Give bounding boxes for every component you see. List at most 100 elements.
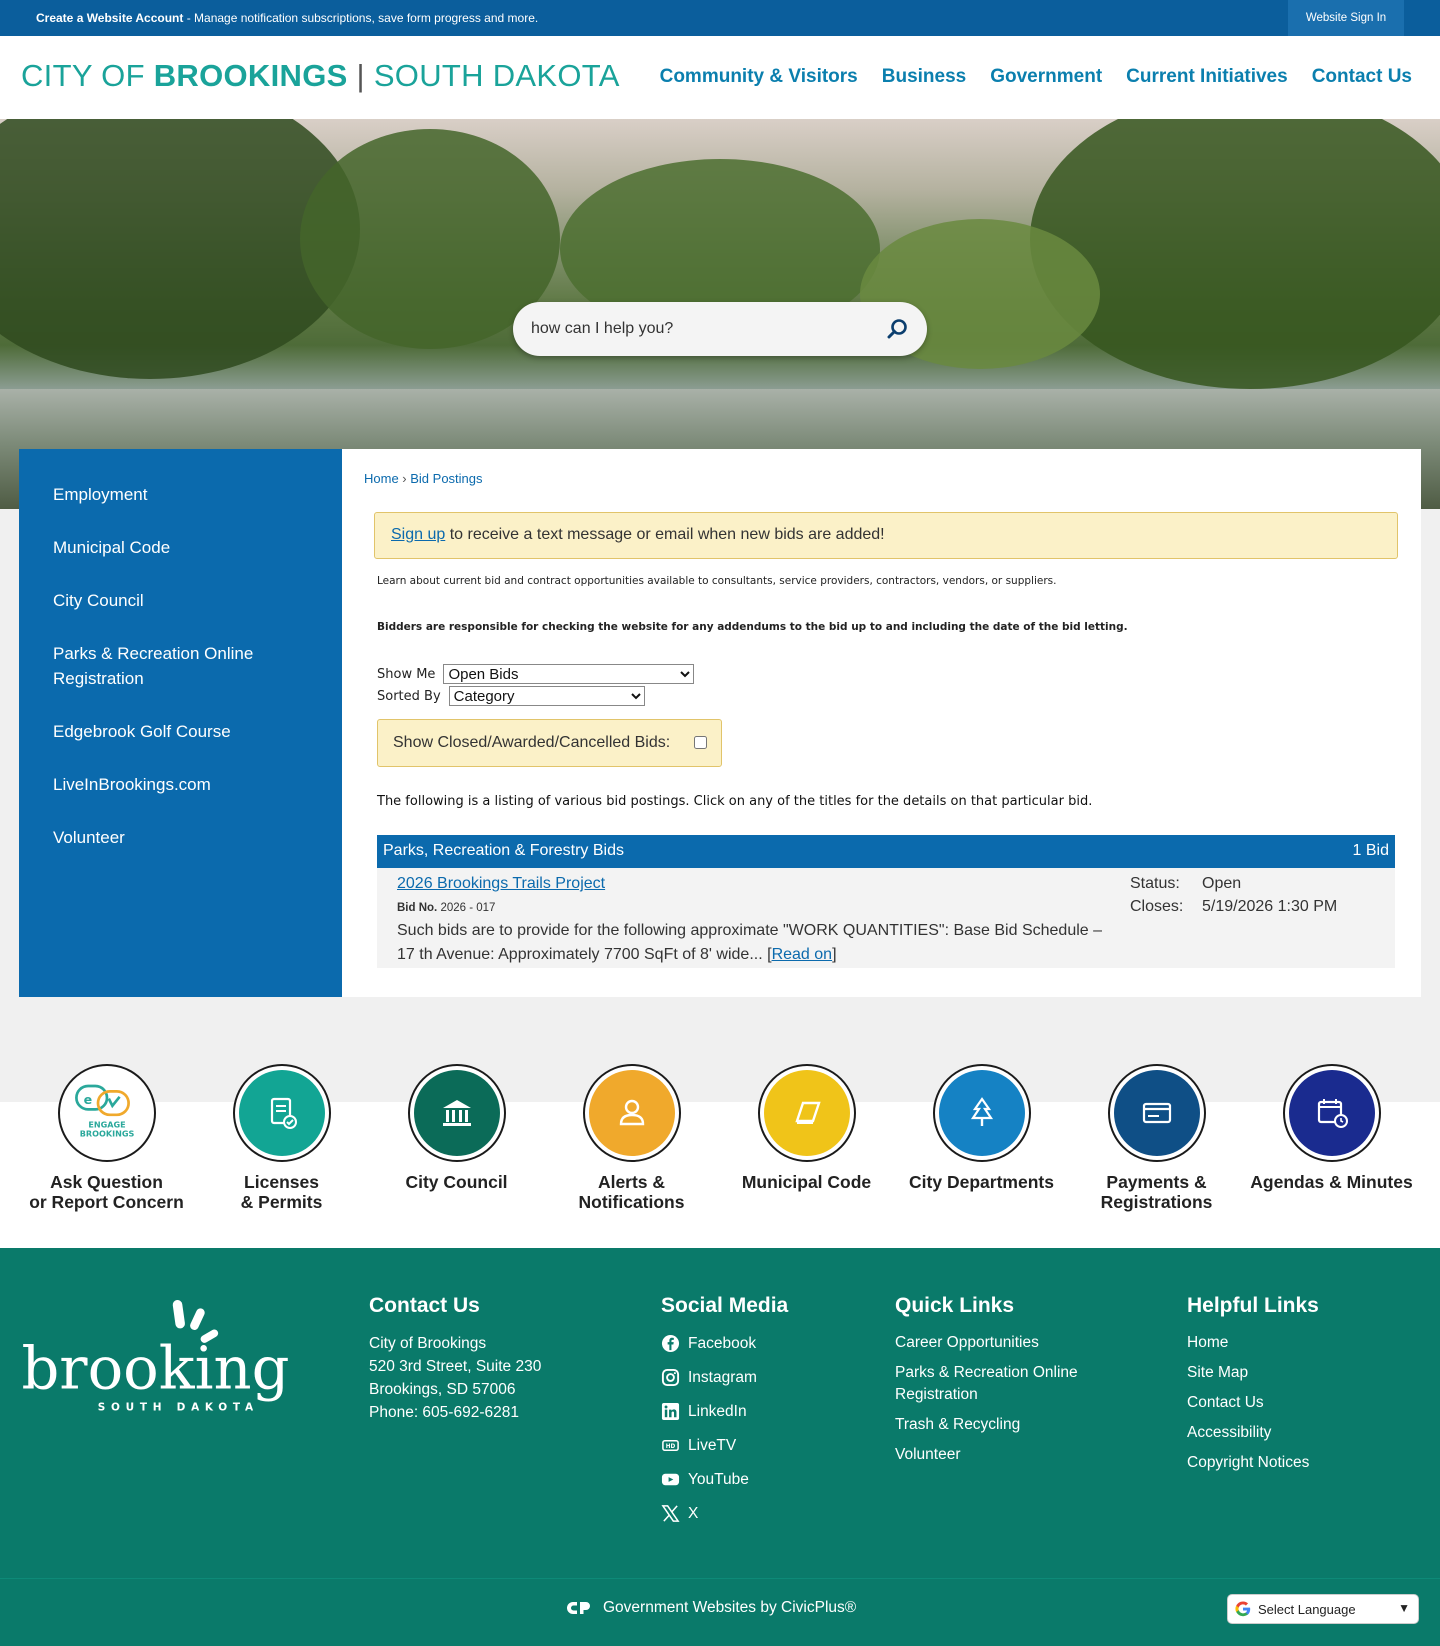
signup-alert: Sign up to receive a text message or ema… <box>374 512 1398 559</box>
quick-link-alerts-notifications[interactable]: Alerts & Notifications <box>544 1064 719 1212</box>
footer-contact: Contact Us City of Brookings 520 3rd Str… <box>369 1294 541 1424</box>
breadcrumb-current[interactable]: Bid Postings <box>410 471 482 486</box>
sidebar-item-parks-recreation[interactable]: Parks & Recreation Online Registration <box>19 641 319 691</box>
sidebar-item-liveinbrookings[interactable]: LiveInBrookings.com <box>19 772 319 797</box>
quick-link-circle <box>232 1064 331 1162</box>
footer-helpful-link[interactable]: Accessibility <box>1187 1422 1319 1444</box>
social-instagram[interactable]: Instagram <box>661 1366 788 1389</box>
bid-number-value: 2026 - 017 <box>437 902 496 914</box>
nav-business[interactable]: Business <box>882 66 966 88</box>
main-content: Home › Bid Postings Sign up to receive a… <box>342 449 1421 997</box>
social-label: Facebook <box>688 1334 757 1352</box>
sidebar-item-municipal-code[interactable]: Municipal Code <box>19 535 319 560</box>
quick-link-label-line1: Ask Question <box>50 1172 163 1192</box>
quick-link-label: City Departments <box>894 1172 1069 1192</box>
sorted-by-select[interactable]: Category <box>448 686 645 706</box>
language-select-label: Select Language <box>1258 1601 1356 1617</box>
footer-logo-word: brookings <box>21 1334 292 1403</box>
social-label: YouTube <box>688 1470 749 1488</box>
logo-separator: | <box>347 58 374 93</box>
calendar-clock-icon <box>1288 1070 1375 1156</box>
quick-link-label-line2: Notifications <box>578 1192 685 1212</box>
quick-link-circle <box>582 1064 681 1162</box>
footer-phone: Phone: 605-692-6281 <box>369 1404 519 1421</box>
social-youtube[interactable]: YouTube <box>661 1468 788 1491</box>
social-label: X <box>688 1504 699 1522</box>
footer-logo[interactable]: brookings SOUTH DAKOTA <box>18 1298 320 1427</box>
social-x[interactable]: X <box>661 1502 788 1525</box>
quick-link-label: Alerts & Notifications <box>544 1172 719 1212</box>
footer-quick-link[interactable]: Trash & Recycling <box>895 1414 1125 1436</box>
quick-link-ask-question[interactable]: e ENGAGE BROOKINGS Ask Question or Report… <box>19 1064 194 1212</box>
nav-current-initiatives[interactable]: Current Initiatives <box>1126 66 1288 88</box>
nav-government[interactable]: Government <box>990 66 1102 88</box>
footer-helpful-link[interactable]: Home <box>1187 1332 1319 1354</box>
facebook-icon <box>661 1334 680 1353</box>
quick-link-municipal-code[interactable]: Municipal Code <box>719 1064 894 1192</box>
x-icon <box>661 1505 680 1522</box>
footer-quick-link[interactable]: Volunteer <box>895 1444 1125 1466</box>
civicplus-icon <box>567 1602 590 1614</box>
bid-title-link[interactable]: 2026 Brookings Trails Project <box>397 875 605 893</box>
svg-text:BROOKINGS: BROOKINGS <box>79 1128 134 1138</box>
footer-quick-link[interactable]: Career Opportunities <box>895 1332 1125 1354</box>
footer-helpful-link[interactable]: Contact Us <box>1187 1392 1319 1414</box>
social-livetv[interactable]: HD LiveTV <box>661 1434 788 1457</box>
hd-tv-icon: HD <box>662 1439 679 1452</box>
social-linkedin[interactable]: LinkedIn <box>661 1400 788 1423</box>
bid-description-text: Such bids are to provide for the followi… <box>397 922 1103 963</box>
footer-helpful-link[interactable]: Site Map <box>1187 1362 1319 1384</box>
footer-address-line: 520 3rd Street, Suite 230 <box>369 1358 542 1375</box>
bid-category-count: 1 Bid <box>1352 842 1389 859</box>
language-select[interactable]: Select Language ▼ <box>1227 1594 1419 1624</box>
hero-tree <box>1030 119 1440 389</box>
civicplus-link[interactable]: Government Websites by CivicPlus® <box>567 1599 856 1617</box>
sidebar-item-edgebrook-golf[interactable]: Edgebrook Golf Course <box>19 719 319 744</box>
show-closed-checkbox[interactable] <box>694 736 707 749</box>
bid-closes-value: 5/19/2026 1:30 PM <box>1202 898 1338 915</box>
nav-community-visitors[interactable]: Community & Visitors <box>660 66 858 88</box>
svg-text:HD: HD <box>666 1444 676 1450</box>
sign-up-link[interactable]: Sign up <box>391 526 445 543</box>
show-me-select[interactable]: Open Bids <box>443 664 695 684</box>
footer-quick-link[interactable]: Parks & Recreation Online Registration <box>895 1362 1125 1406</box>
civicplus-text: Government Websites by CivicPlus® <box>603 1599 857 1616</box>
footer-social: Social Media Facebook Instagram LinkedIn… <box>661 1294 788 1536</box>
footer-quick-heading: Quick Links <box>895 1294 1015 1317</box>
logo-city-of: CITY OF <box>21 58 154 93</box>
footer-social-heading: Social Media <box>661 1294 789 1317</box>
bid-status-value: Open <box>1202 875 1242 892</box>
quick-link-city-departments[interactable]: City Departments <box>894 1064 1069 1192</box>
quick-link-agendas-minutes[interactable]: Agendas & Minutes <box>1244 1064 1419 1192</box>
quick-link-label-line2: Registrations <box>1100 1192 1213 1212</box>
quick-link-licenses-permits[interactable]: Licenses & Permits <box>194 1064 369 1212</box>
footer-helpful-link[interactable]: Copyright Notices <box>1187 1452 1319 1474</box>
bid-category-name: Parks, Recreation & Forestry Bids <box>383 842 624 859</box>
bid-row: 2026 Brookings Trails Project Bid No. 20… <box>377 868 1395 968</box>
show-closed-bids: Show Closed/Awarded/Cancelled Bids: <box>377 719 722 767</box>
read-on-link[interactable]: Read on <box>772 946 833 963</box>
sidebar-item-employment[interactable]: Employment <box>19 482 319 507</box>
sorted-by-label: Sorted By <box>377 688 441 704</box>
bid-category-header: Parks, Recreation & Forestry Bids 1 Bid <box>377 835 1395 868</box>
website-sign-in-button[interactable]: Website Sign In <box>1288 0 1404 36</box>
google-icon <box>1235 1601 1251 1617</box>
site-logo[interactable]: CITY OF BROOKINGS | SOUTH DAKOTA <box>21 58 620 94</box>
footer-helpful-links: Helpful Links Home Site Map Contact Us A… <box>1187 1294 1319 1482</box>
sidebar-item-city-council[interactable]: City Council <box>19 588 319 613</box>
quick-link-city-council[interactable]: City Council <box>369 1064 544 1192</box>
sidebar-item-volunteer[interactable]: Volunteer <box>19 825 319 850</box>
social-facebook[interactable]: Facebook <box>661 1332 788 1355</box>
breadcrumb-home[interactable]: Home <box>364 471 399 486</box>
quick-link-payments-registrations[interactable]: Payments & Registrations <box>1069 1064 1244 1212</box>
show-me-label: Show Me <box>377 666 436 682</box>
search-input[interactable] <box>531 302 861 356</box>
footer-address-line: City of Brookings <box>369 1335 487 1352</box>
quick-link-label-line1: Municipal Code <box>741 1172 872 1192</box>
site-header: CITY OF BROOKINGS | SOUTH DAKOTA Communi… <box>0 36 1440 119</box>
search-icon[interactable] <box>885 317 909 341</box>
bid-description: Such bids are to provide for the followi… <box>397 919 1117 967</box>
nav-contact-us[interactable]: Contact Us <box>1312 66 1412 88</box>
create-account-link[interactable]: Create a Website Account <box>36 11 183 25</box>
footer-quick-links: Quick Links Career Opportunities Parks &… <box>895 1294 1125 1474</box>
